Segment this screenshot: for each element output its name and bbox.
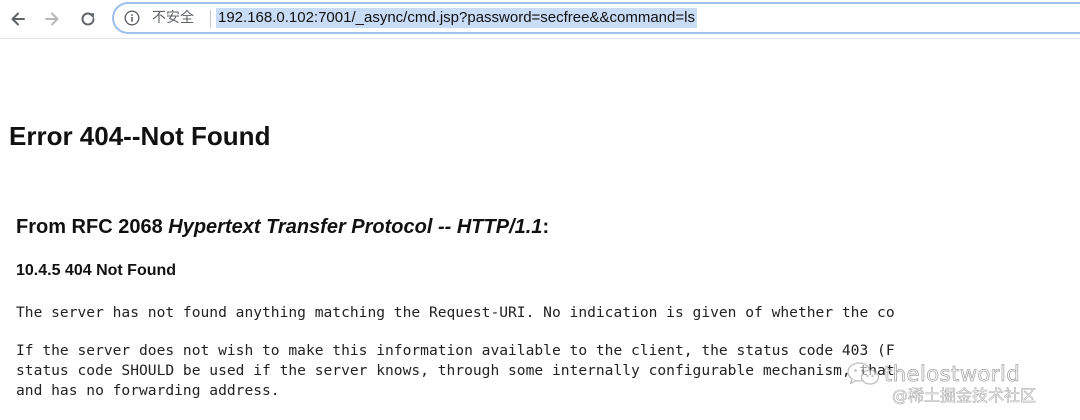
back-arrow-icon (11, 12, 25, 26)
paragraph-2-line-3: and has no forwarding address. (16, 382, 280, 399)
rfc-heading-suffix: : (542, 216, 550, 238)
back-button[interactable] (6, 7, 30, 31)
wechat-logo-icon (847, 362, 880, 385)
address-divider (210, 10, 211, 28)
url-text[interactable]: 192.168.0.102:7001/_async/cmd.jsp?passwo… (216, 8, 697, 28)
section-heading: 10.4.5 404 Not Found (16, 262, 177, 279)
page-title: Error 404--Not Found (9, 121, 271, 151)
security-status-label[interactable]: 不安全 (152, 10, 194, 27)
paragraph-2: If the server does not wish to make this… (16, 341, 895, 401)
watermark-credit: @稀土掘金技术社区 (892, 386, 1037, 406)
rfc-heading: From RFC 2068 Hypertext Transfer Protoco… (16, 215, 549, 239)
paragraph-1: The server has not found anything matchi… (16, 304, 895, 321)
reload-button[interactable] (76, 7, 100, 31)
info-icon[interactable] (124, 10, 140, 26)
address-bar[interactable]: 不安全 192.168.0.102:7001/_async/cmd.jsp?pa… (112, 2, 1080, 34)
paragraph-2-line-1: If the server does not wish to make this… (16, 342, 895, 359)
rfc-heading-prefix: From RFC 2068 (16, 216, 169, 238)
rfc-heading-title: Hypertext Transfer Protocol -- HTTP/1.1 (168, 216, 543, 238)
watermark-account-name: thelostworld (884, 362, 1021, 387)
paragraph-2-line-2: status code SHOULD be used if the server… (16, 362, 895, 379)
browser-toolbar: 不安全 192.168.0.102:7001/_async/cmd.jsp?pa… (0, 0, 1080, 39)
reload-icon (81, 12, 95, 26)
forward-button[interactable] (40, 7, 64, 31)
forward-arrow-icon (45, 12, 59, 26)
